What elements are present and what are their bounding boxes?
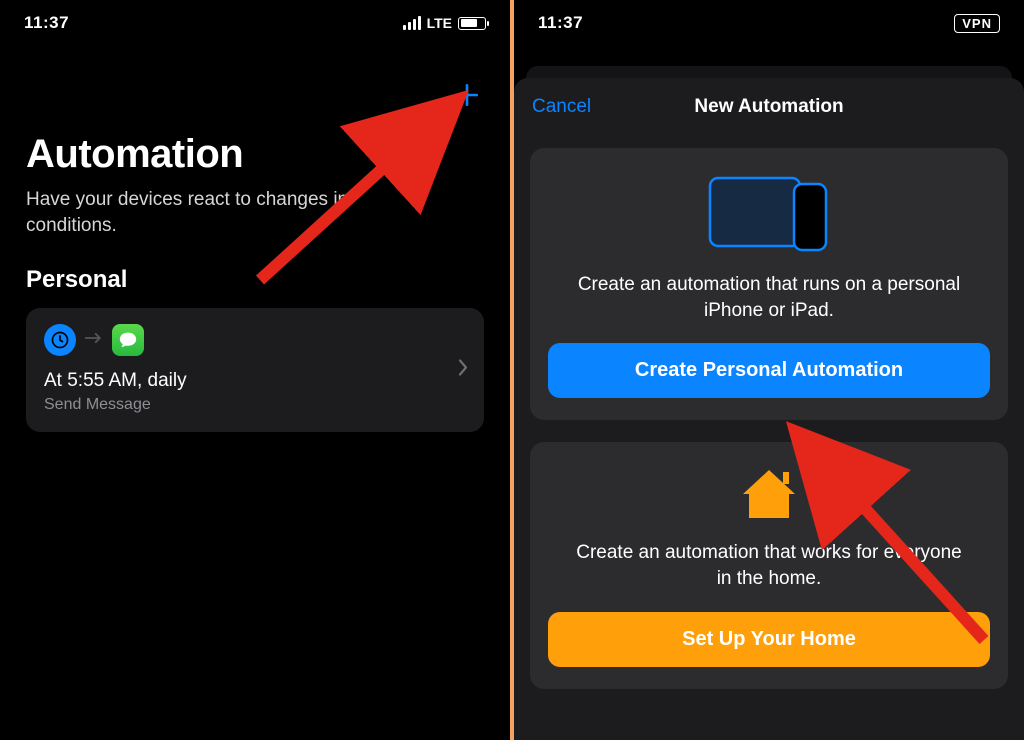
arrow-right-icon xyxy=(84,330,104,351)
personal-automation-description: Create an automation that runs on a pers… xyxy=(569,272,969,323)
automation-subtitle: Send Message xyxy=(44,396,466,414)
status-time: 11:37 xyxy=(24,13,69,33)
cellular-signal-icon xyxy=(403,16,421,30)
set-up-home-button[interactable]: Set Up Your Home xyxy=(548,612,990,667)
page-subtitle: Have your devices react to changes in co… xyxy=(26,187,426,238)
cancel-button[interactable]: Cancel xyxy=(532,96,591,118)
sheet-title: New Automation xyxy=(694,96,843,118)
automation-card[interactable]: At 5:55 AM, daily Send Message xyxy=(26,308,484,432)
home-automation-card: Create an automation that works for ever… xyxy=(530,442,1008,688)
chevron-right-icon xyxy=(458,359,468,382)
network-label: LTE xyxy=(427,15,452,31)
status-time: 11:37 xyxy=(538,13,583,33)
battery-icon xyxy=(458,17,486,30)
page-title: Automation xyxy=(26,132,484,177)
plus-icon xyxy=(454,82,480,108)
home-icon xyxy=(548,466,990,524)
personal-automation-card: Create an automation that runs on a pers… xyxy=(530,148,1008,420)
messages-app-icon xyxy=(112,324,144,356)
status-bar: 11:37 LTE xyxy=(0,0,510,46)
automation-title: At 5:55 AM, daily xyxy=(44,370,466,392)
create-personal-automation-button[interactable]: Create Personal Automation xyxy=(548,343,990,398)
devices-icon xyxy=(548,172,990,256)
new-automation-sheet: Cancel New Automation Create an automati… xyxy=(514,78,1024,740)
add-automation-button[interactable] xyxy=(450,78,484,112)
home-automation-description: Create an automation that works for ever… xyxy=(569,540,969,591)
clock-icon xyxy=(44,324,76,356)
section-heading-personal: Personal xyxy=(26,266,484,294)
vpn-badge: VPN xyxy=(954,14,1000,33)
status-bar: 11:37 VPN xyxy=(514,0,1024,46)
